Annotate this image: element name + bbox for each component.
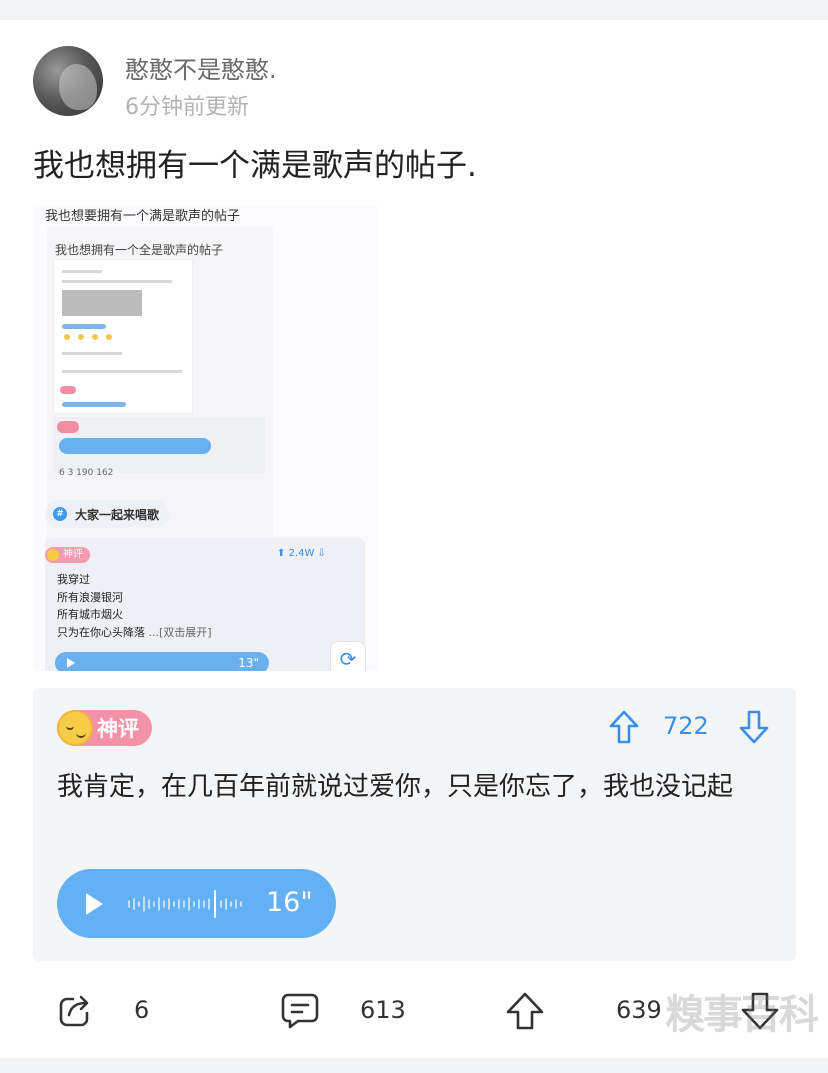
watermark: 糗事百科 — [665, 992, 819, 1038]
post-title[interactable]: 我也想拥有一个满是歌声的帖子. — [33, 140, 477, 185]
share-count: 6 — [134, 996, 150, 1024]
post-image[interactable]: 我也想要拥有一个满是歌声的帖子 我也想拥有一个全是歌声的帖子 6 3 190 1… — [33, 205, 378, 671]
image-hot-vote-count: 2.4W — [288, 548, 315, 559]
downvote-arrow-icon[interactable] — [738, 709, 770, 745]
mini-dot — [106, 334, 112, 340]
image-hot-line: 只为在你心头降落 ...[双击展开] — [57, 625, 212, 639]
image-hot-line: 所有浪漫银河 — [57, 590, 123, 604]
mini-line — [62, 352, 122, 355]
upvote-arrow-icon[interactable] — [608, 709, 640, 745]
refresh-icon: ⟳ — [330, 641, 366, 671]
image-hot-text: 我穿过 所有浪漫银河 所有城市烟火 只为在你心头降落 ...[双击展开] — [57, 571, 212, 641]
play-icon — [67, 658, 75, 668]
emoji-face-icon — [57, 710, 93, 746]
avatar[interactable] — [33, 46, 103, 116]
image-mini-actions: 6 3 190 162 — [59, 468, 114, 478]
topic-label: 大家一起来唱歌 — [75, 507, 160, 522]
image-mini-card — [53, 259, 193, 414]
hot-comment-vote-count: 722 — [663, 712, 709, 740]
share-icon[interactable] — [55, 991, 95, 1031]
mini-badge — [60, 386, 76, 394]
comment-icon[interactable] — [280, 991, 320, 1031]
hash-icon: # — [53, 507, 67, 521]
comment-count: 613 — [360, 996, 406, 1024]
like-count: 639 — [616, 996, 662, 1024]
mini-line — [62, 370, 182, 373]
top-divider — [0, 0, 828, 20]
username[interactable]: 憨憨不是憨憨. — [125, 50, 277, 85]
image-voice-small — [59, 438, 211, 454]
mini-dot — [78, 334, 84, 340]
mini-voice — [62, 324, 106, 329]
image-badge-small — [57, 421, 79, 433]
hot-comment-badge-label: 神评 — [97, 717, 139, 741]
image-caption: 我也想要拥有一个满是歌声的帖子 — [45, 209, 241, 224]
mini-photo — [62, 290, 142, 316]
image-hot-line: 我穿过 — [57, 573, 90, 586]
image-handwritten-title: 我也想拥有一个全是歌声的帖子 — [55, 243, 224, 257]
mini-line — [62, 270, 102, 273]
voice-play-button[interactable]: 16" — [57, 869, 336, 938]
hot-comment-text: 我肯定，在几百年前就说过爱你，只是你忘了，我也没记起 — [57, 772, 734, 802]
expand-link: ...[双击展开] — [148, 625, 212, 639]
bottom-divider — [0, 1058, 828, 1073]
image-voice-duration: 13" — [238, 656, 259, 670]
updated-time: 6分钟前更新 — [125, 95, 249, 120]
topic-tag[interactable]: # 大家一起来唱歌 — [45, 500, 170, 528]
voice-duration: 16" — [266, 887, 313, 918]
play-icon — [86, 893, 103, 915]
image-hot-line: 所有城市烟火 — [57, 608, 123, 621]
mini-dot — [92, 334, 98, 340]
image-hot-votes: ⬆ 2.4W ⇩ — [277, 548, 326, 559]
image-hot-badge: 神评 — [45, 547, 90, 563]
mini-dot — [64, 334, 70, 340]
mini-voice — [62, 402, 126, 407]
mini-line — [62, 280, 172, 283]
waveform-icon — [128, 890, 242, 918]
image-voice-bar: 13" — [55, 652, 269, 671]
upvote-icon[interactable] — [505, 991, 545, 1031]
